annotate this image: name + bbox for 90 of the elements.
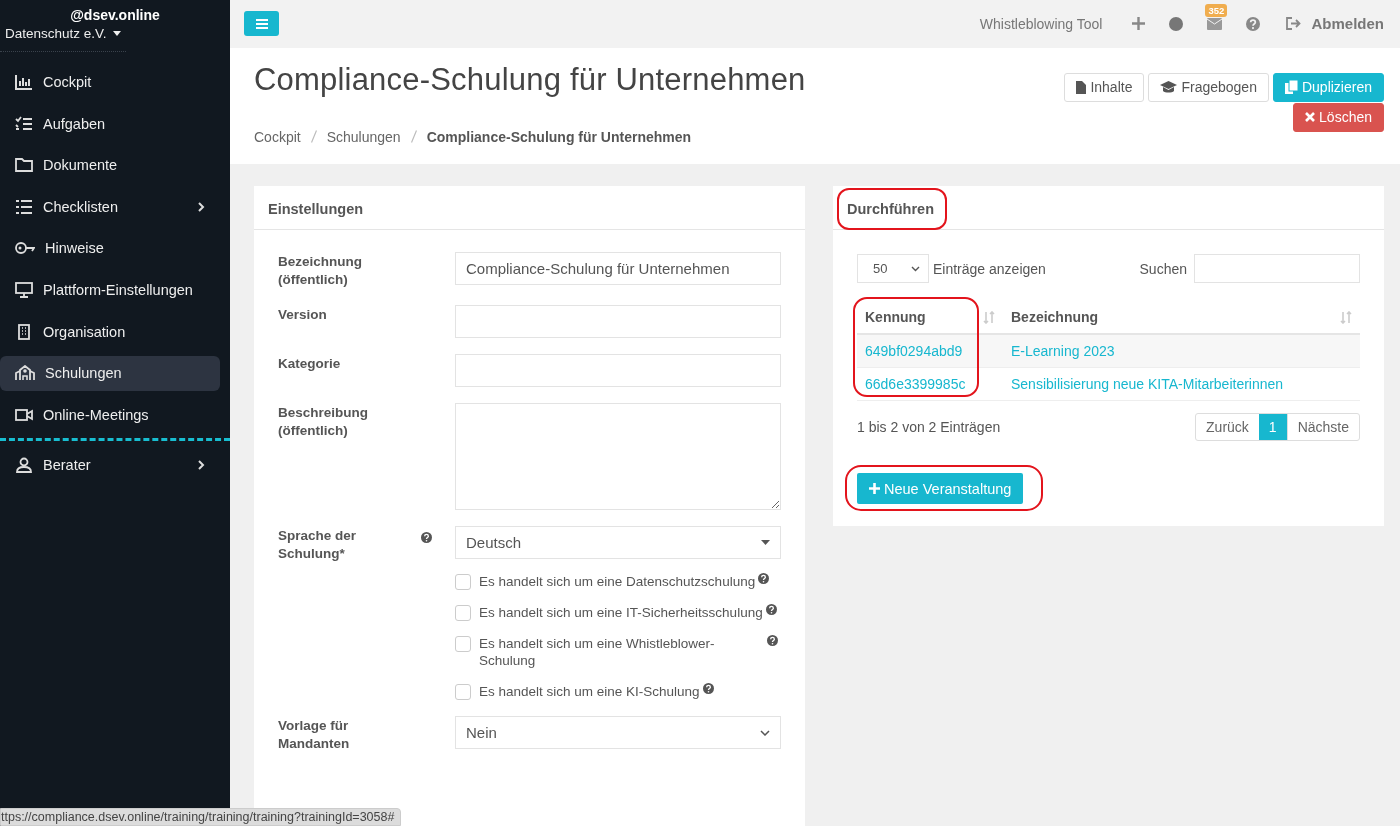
table-info: 1 bis 2 von 2 Einträgen [857,419,1001,435]
copy-icon [1284,80,1298,95]
checkbox-label: Es handelt sich um eine Whistleblower-Schulung [479,635,716,669]
checkbox-label: Es handelt sich um eine Datenschutzschulung [479,573,756,590]
sidebar-item[interactable]: Online-Meetings [0,397,220,433]
menu-icon [255,18,268,29]
whistleblowing-link[interactable]: Whistleblowing Tool [979,15,1103,32]
action-button[interactable]: Inhalte [1064,72,1145,102]
page-size-select[interactable]: 50 [857,254,929,283]
status-dot-icon[interactable] [1169,16,1184,31]
plus-icon[interactable] [1132,17,1146,31]
field-label: Vorlage für Mandanten [278,717,351,753]
sort-icon[interactable] [983,310,995,324]
field-label: Beschreibung (öffentlich) [278,404,370,440]
sidebar-item[interactable]: Berater [0,447,220,483]
select-field[interactable]: Nein [455,716,781,749]
checkbox[interactable] [455,605,471,621]
search-label: Suchen [1139,260,1187,277]
caret-down-icon [761,540,770,545]
chevron-right-icon [197,200,205,213]
sidebar-item[interactable]: Cockpit [0,64,220,100]
field-label: Sprache der Schulung* [278,527,358,563]
field-label: Version [278,306,328,324]
sidebar-item[interactable]: Dokumente [0,147,220,183]
caret-down-icon [112,31,121,36]
page-size-label: Einträge anzeigen [933,260,1046,277]
bar-chart-icon [15,74,33,91]
text-field[interactable] [455,305,781,338]
organization-switcher[interactable]: Datenschutz e.V. [0,23,126,52]
breadcrumb-link[interactable]: Schulungen [326,128,401,145]
monitor-icon [15,282,33,299]
chevron-down-icon [760,729,770,736]
previous-page-button[interactable]: Zurück [1196,414,1259,440]
sidebar-item[interactable]: Schulungen [0,355,220,391]
breadcrumb-separator-icon [410,130,417,144]
folder-icon [15,157,33,174]
page-title: Compliance-Schulung für Unternehmen [254,61,807,98]
breadcrumb-link[interactable]: Cockpit [254,128,301,145]
envelope-icon[interactable] [1207,17,1223,30]
checklist-icon [15,115,33,132]
sidebar-item[interactable]: Hinweise [0,230,220,266]
chevron-right-icon [197,459,205,472]
sort-icon[interactable] [1340,310,1352,324]
help-icon[interactable] [1246,16,1261,31]
video-camera-icon [15,406,33,423]
sidebar-item[interactable]: Checklisten [0,189,220,225]
sidebar-item[interactable]: Aufgaben [0,106,220,142]
text-field[interactable] [455,354,781,387]
building-icon [15,323,33,340]
select-field[interactable]: Deutsch [455,526,781,559]
graduation-cap-icon [1160,81,1178,94]
help-icon[interactable] [421,532,432,543]
checkbox[interactable] [455,684,471,700]
text-field[interactable]: Compliance-Schulung für Unternehmen [455,252,781,285]
plus-icon [869,483,880,494]
checkbox[interactable] [455,574,471,590]
card-title: Einstellungen [254,186,805,230]
field-label: Bezeichnung (öffentlich) [278,253,363,289]
search-field[interactable] [1194,254,1360,283]
key-icon [15,240,35,257]
chevron-down-icon [911,265,920,272]
help-icon[interactable] [765,604,777,615]
help-icon[interactable] [702,683,714,694]
logout-link[interactable]: Abmelden [1286,15,1384,33]
status-url-tooltip: ttps://compliance.dsev.online/training/training/training?trainingId=3058# [0,808,402,826]
column-header[interactable]: Bezeichnung [1011,309,1099,325]
delete-button[interactable]: Löschen [1293,102,1384,132]
help-icon[interactable] [758,573,770,584]
field-label: Kategorie [278,355,342,373]
sign-out-icon [1286,17,1302,31]
person-icon [15,457,33,474]
checkbox-label: Es handelt sich um eine KI-Schulung [479,683,700,700]
sidebar-item[interactable]: Organisation [0,314,220,350]
menu-button[interactable] [244,11,279,37]
column-header[interactable]: Kennung [865,309,926,325]
school-building-icon [15,365,35,382]
textarea-field[interactable] [455,403,781,510]
action-button[interactable]: Fragebogen [1148,72,1269,102]
list-icon [15,198,33,215]
sidebar-item[interactable]: Plattform-Einstellungen [0,272,220,308]
checkbox-label: Es handelt sich um eine IT-Sicherheitsschulung [479,604,763,621]
card-title: Durchführen [847,201,934,217]
document-icon [1076,80,1087,94]
checkbox[interactable] [455,636,471,652]
next-page-button[interactable]: Nächste [1286,414,1359,440]
close-icon [1305,112,1316,123]
account-name: @dsev.online [69,6,161,23]
help-icon[interactable] [767,635,778,646]
breadcrumb-separator-icon [310,130,317,144]
notification-badge: 352 [1205,3,1228,17]
